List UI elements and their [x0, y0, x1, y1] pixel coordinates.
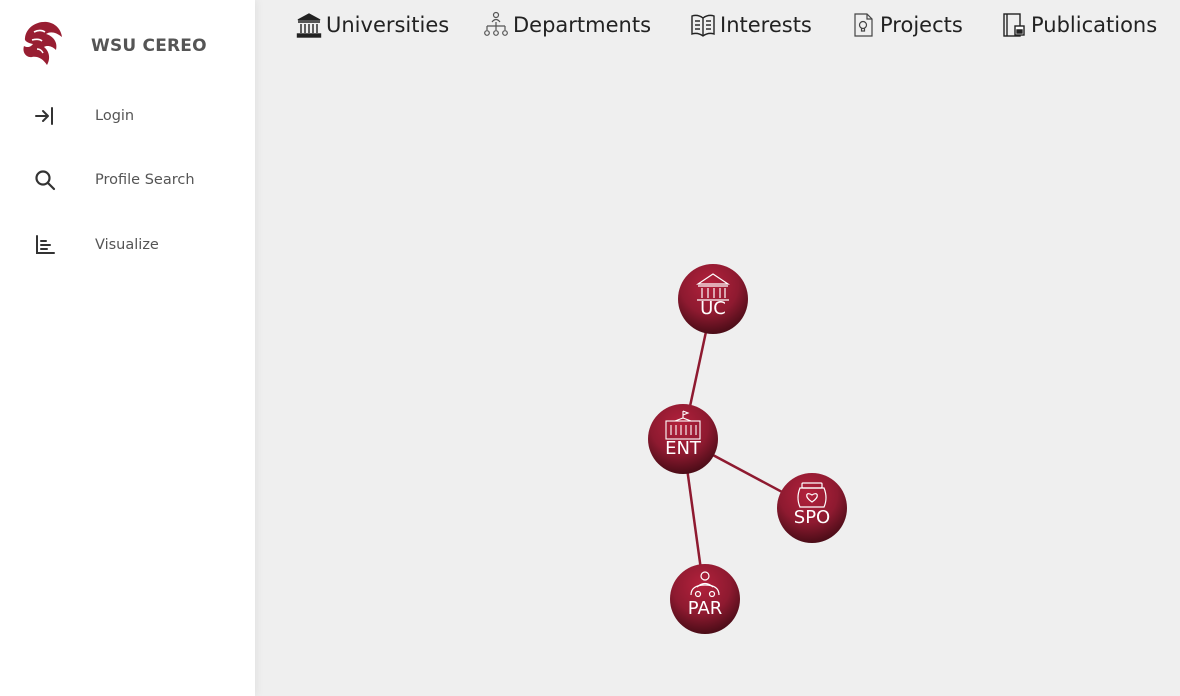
cougar-logo-icon [23, 21, 62, 65]
brand-logo[interactable] [20, 18, 64, 68]
graph-node-ent[interactable]: ENT [648, 404, 718, 474]
sidebar-item-label: Login [95, 108, 135, 124]
node-label-spo: SPO [794, 507, 830, 528]
login-icon [35, 107, 53, 125]
sidebar-item-visualize[interactable]: Visualize [0, 223, 255, 267]
search-icon [35, 170, 56, 191]
graph-node-uc[interactable]: UC [678, 264, 748, 334]
sidebar-item-label: Visualize [95, 237, 159, 253]
node-label-ent: ENT [665, 438, 702, 459]
graph-node-spo[interactable]: SPO [777, 473, 847, 543]
sidebar-item-profile-search[interactable]: Profile Search [0, 158, 255, 202]
sidebar-item-login[interactable]: Login [0, 94, 255, 138]
graph-node-par[interactable]: PAR [670, 564, 740, 634]
bar-chart-icon [36, 235, 55, 254]
brand-title: WSU CEREO [91, 36, 207, 56]
sidebar: WSU CEREO Login Profile Search Visualize [0, 0, 255, 696]
node-label-uc: UC [700, 298, 726, 319]
node-label-par: PAR [688, 598, 723, 619]
sidebar-item-label: Profile Search [95, 172, 195, 188]
